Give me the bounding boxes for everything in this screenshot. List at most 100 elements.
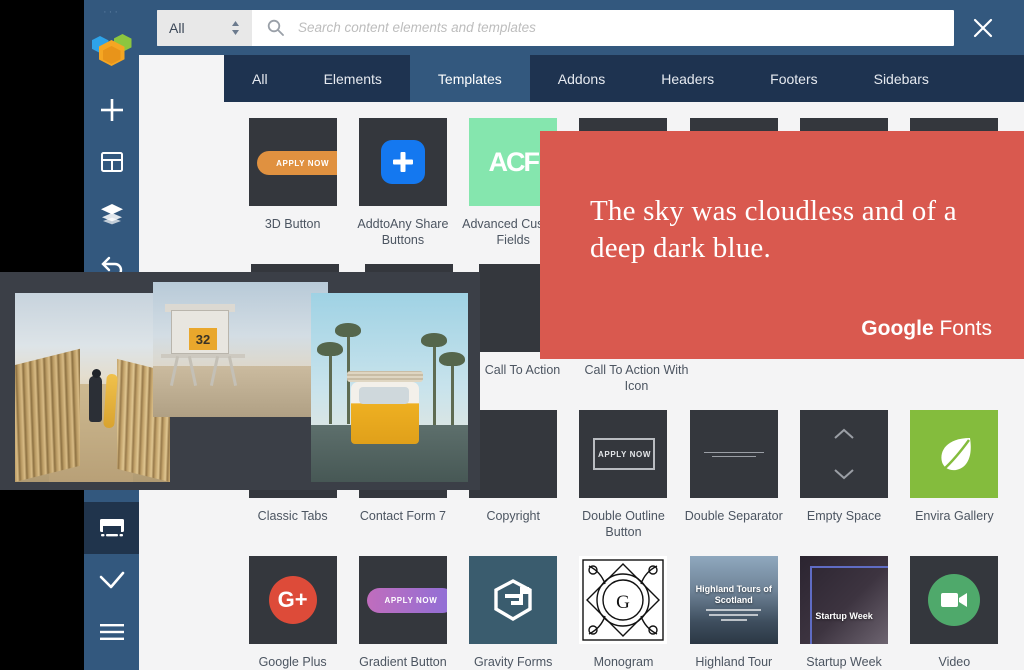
apply-now-pill: APPLY NOW [256, 151, 337, 175]
chevron-updown-icon [231, 20, 240, 35]
grid-item-double-separator[interactable]: Double Separator [679, 410, 788, 542]
tab-sidebars[interactable]: Sidebars [846, 55, 957, 102]
grid-item-label: Call To Action [484, 363, 561, 377]
grid-item-google-plus[interactable]: G+ Google Plus [238, 556, 347, 670]
grid-item-label: Gravity Forms [473, 655, 553, 669]
grid-item-label: Video [938, 655, 971, 669]
leaf-icon [910, 410, 999, 498]
thumbnail [689, 410, 778, 498]
tab-templates[interactable]: Templates [409, 55, 530, 102]
grid-item-gradient-button[interactable]: APPLY NOW Gradient Button [348, 556, 457, 670]
grid-item-label: Double Outline Button [582, 509, 665, 539]
chevron-down-icon [800, 468, 888, 480]
grid-item-highland-tour[interactable]: Highland Tours of Scotland Highland Tour [679, 556, 788, 670]
photo-gallery-overlay: 32 [0, 272, 480, 490]
thumbnail [800, 410, 889, 498]
thumbnail-subtext [702, 606, 766, 624]
grid-item-label: 3D Button [264, 217, 321, 231]
fonts-wordmark: Fonts [933, 317, 992, 340]
acf-wordmark: ACF [488, 146, 539, 177]
thumbnail-caption: Startup Week [815, 611, 873, 621]
grid-item-label: Gradient Button [359, 655, 447, 669]
search-icon [252, 19, 298, 36]
google-fonts-wordmark: Google Fonts [861, 317, 992, 341]
desktop-icon [99, 517, 125, 539]
tower-number: 32 [189, 328, 217, 350]
responsive-preview-button[interactable] [84, 502, 139, 554]
grid-item-label: Contact Form 7 [359, 509, 446, 523]
thumbnail [469, 556, 558, 644]
columns-icon [100, 151, 123, 173]
grid-item-label: Classic Tabs [257, 509, 328, 523]
window-dots: ··· [103, 6, 120, 18]
add-element-button[interactable] [84, 84, 139, 136]
grid-item-envira-gallery[interactable]: Envira Gallery [900, 410, 1009, 542]
search-bar: All [157, 9, 954, 46]
check-icon [99, 571, 125, 589]
apply-now-outline-button: APPLY NOW [593, 438, 656, 470]
layers-button[interactable] [84, 188, 139, 240]
thumbnail [469, 410, 558, 498]
grid-item-label: Monogram [593, 655, 654, 669]
video-camera-icon [928, 574, 981, 626]
thumbnail [910, 410, 999, 498]
thumbnail [910, 556, 999, 644]
font-specimen-text: The sky was cloudless and of a deep dark… [590, 195, 957, 264]
category-filter-value: All [169, 19, 185, 36]
tab-addons[interactable]: Addons [530, 55, 633, 102]
grid-item-3d-button[interactable]: APPLY NOW 3D Button [238, 118, 347, 250]
grid-item-label: Startup Week [806, 655, 882, 669]
category-filter-select[interactable]: All [157, 9, 252, 46]
tab-footers[interactable]: Footers [742, 55, 845, 102]
gravity-forms-icon [469, 556, 558, 644]
google-wordmark: Google [861, 317, 934, 340]
screen: All All Elements [0, 0, 1024, 670]
tab-elements[interactable]: Elements [296, 55, 410, 102]
modal-toolbar: All [139, 0, 1024, 55]
grid-item-startup-week[interactable]: Startup Week Startup Week [789, 556, 898, 670]
google-fonts-preview-card[interactable]: The sky was cloudless and of a deep dark… [540, 131, 1024, 359]
plus-icon [100, 98, 124, 122]
grid-item-label: AddtoAny Share Buttons [357, 217, 449, 247]
tab-all[interactable]: All [224, 55, 296, 102]
grid-item-monogram[interactable]: G Monogram [569, 556, 678, 670]
layout-templates-button[interactable] [84, 136, 139, 188]
thumbnail: G+ [248, 556, 337, 644]
grid-item-gravity-forms[interactable]: Gravity Forms [459, 556, 568, 670]
apply-now-gradient-pill: APPLY NOW [366, 588, 447, 613]
grid-item-label: Empty Space [806, 509, 882, 523]
surfer-photo-art [15, 293, 170, 482]
hamburger-icon [99, 624, 124, 640]
thumbnail: G [579, 556, 668, 644]
thumbnail: APPLY NOW [248, 118, 337, 206]
gallery-photo-surfer[interactable] [15, 293, 170, 482]
grid-item-label: Envira Gallery [915, 509, 994, 523]
grid-item-addtoany[interactable]: AddtoAny Share Buttons [348, 118, 457, 250]
close-icon[interactable] [960, 8, 1006, 48]
gallery-photo-vw-van[interactable] [311, 293, 468, 482]
grid-item-empty-space[interactable]: Empty Space [789, 410, 898, 542]
grid-item-label: Highland Tour [695, 655, 773, 669]
ornate-monogram-art: G [579, 556, 668, 644]
google-plus-icon: G+ [268, 576, 317, 624]
category-tabs: All Elements Templates Addons Headers Fo… [224, 55, 1024, 102]
grid-item-double-outline-button[interactable]: APPLY NOW Double Outline Button [569, 410, 678, 542]
menu-button[interactable] [84, 606, 139, 658]
thumbnail: APPLY NOW [358, 556, 447, 644]
grid-item-label: Google Plus [258, 655, 327, 669]
gallery-photo-lifeguard-tower[interactable]: 32 [153, 282, 328, 417]
layers-icon [100, 203, 124, 225]
thumbnail: Startup Week [800, 556, 889, 644]
separator-art [703, 452, 764, 457]
plus-icon [380, 140, 425, 184]
laptop-frame-art [810, 566, 889, 644]
tab-headers[interactable]: Headers [633, 55, 742, 102]
visual-composer-logo[interactable] [90, 26, 134, 66]
van-photo-art [311, 293, 468, 482]
grid-item-video[interactable]: Video [900, 556, 1009, 670]
chevron-up-icon [800, 428, 888, 440]
publish-button[interactable] [84, 554, 139, 606]
thumbnail: APPLY NOW [579, 410, 668, 498]
tower-photo-art: 32 [153, 282, 328, 417]
search-input[interactable] [298, 10, 954, 45]
